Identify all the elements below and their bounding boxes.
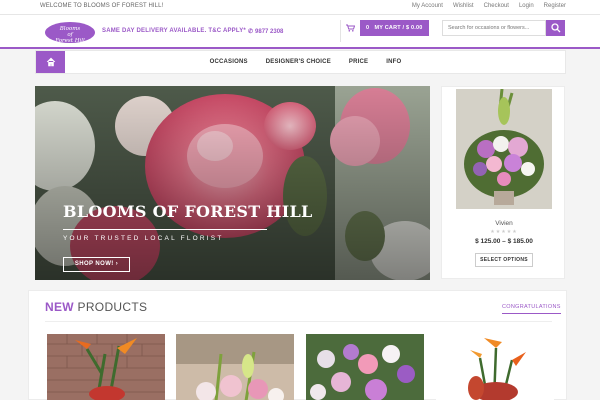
nav-item-price[interactable]: PRICE (349, 59, 368, 65)
phone-text: 9877 2308 (255, 29, 284, 35)
tab-congratulations[interactable]: CONGRATULATIONS (502, 304, 561, 314)
cart-label: MY CART / $ 0.00 (374, 25, 423, 31)
section-title-rest: PRODUCTS (73, 300, 148, 314)
account-links: My Account Wishlist Checkout Login Regis… (412, 3, 566, 9)
product-thumbnail[interactable] (436, 334, 554, 400)
section-title: NEW PRODUCTS (45, 300, 147, 314)
featured-product-card: Vivien ★★★★★ $ 125.00 – $ 185.00 SELECT … (441, 86, 565, 279)
hero-banner[interactable]: BLOOMS OF FOREST HILL YOUR TRUSTED LOCAL… (35, 86, 430, 280)
cart-count: 0 (366, 25, 370, 31)
product-thumbnail[interactable] (306, 334, 424, 400)
main-nav: OCCASIONS DESIGNER'S CHOICE PRICE INFO (35, 50, 566, 74)
rating-stars: ★★★★★ (490, 229, 518, 235)
section-divider (45, 321, 552, 322)
hero-flowers-image (35, 86, 430, 280)
hero-subtitle: YOUR TRUSTED LOCAL FLORIST (63, 235, 224, 242)
register-link[interactable]: Register (544, 3, 566, 9)
checkout-link[interactable]: Checkout (484, 3, 509, 9)
delivery-notice: SAME DAY DELIVERY AVAILABLE. T&C APPLY* (102, 28, 246, 34)
section-title-highlight: NEW (45, 300, 74, 314)
home-button[interactable] (36, 51, 65, 73)
phone-icon: ✆ (248, 29, 254, 35)
top-bar: WELCOME TO BLOOMS OF FOREST HILL! My Acc… (0, 0, 600, 15)
search-icon (551, 23, 561, 33)
header: Blooms of Forest Hill SAME DAY DELIVERY … (0, 15, 600, 47)
nav-item-info[interactable]: INFO (386, 59, 401, 65)
product-thumbnail[interactable] (47, 334, 165, 400)
wishlist-link[interactable]: Wishlist (453, 3, 474, 9)
product-name[interactable]: Vivien (442, 220, 566, 227)
my-account-link[interactable]: My Account (412, 3, 443, 9)
select-options-button[interactable]: SELECT OPTIONS (475, 253, 533, 267)
nav-menu: OCCASIONS DESIGNER'S CHOICE PRICE INFO (36, 51, 567, 73)
home-icon (46, 57, 56, 67)
product-image[interactable] (456, 89, 552, 209)
shop-now-button[interactable]: SHOP NOW! › (63, 257, 130, 272)
hero-title: BLOOMS OF FOREST HILL (63, 202, 313, 221)
product-thumbnail[interactable] (176, 334, 294, 400)
product-price: $ 125.00 – $ 185.00 (475, 238, 533, 245)
phone-number[interactable]: ✆ 9877 2308 (248, 28, 283, 35)
login-link[interactable]: Login (519, 3, 534, 9)
welcome-text: WELCOME TO BLOOMS OF FOREST HILL! (40, 3, 164, 9)
search-input[interactable] (442, 20, 546, 36)
new-products-section: NEW PRODUCTS CONGRATULATIONS (28, 290, 567, 400)
nav-item-designers-choice[interactable]: DESIGNER'S CHOICE (266, 59, 331, 65)
mini-cart-button[interactable]: 0 MY CART / $ 0.00 (360, 20, 429, 36)
cart-icon[interactable] (346, 24, 356, 34)
nav-item-occasions[interactable]: OCCASIONS (210, 59, 248, 65)
header-accent-line (0, 47, 600, 49)
search-button[interactable] (546, 20, 565, 36)
header-divider (340, 20, 341, 42)
site-logo[interactable]: Blooms of Forest Hill (45, 22, 95, 44)
hero-divider (63, 229, 267, 230)
